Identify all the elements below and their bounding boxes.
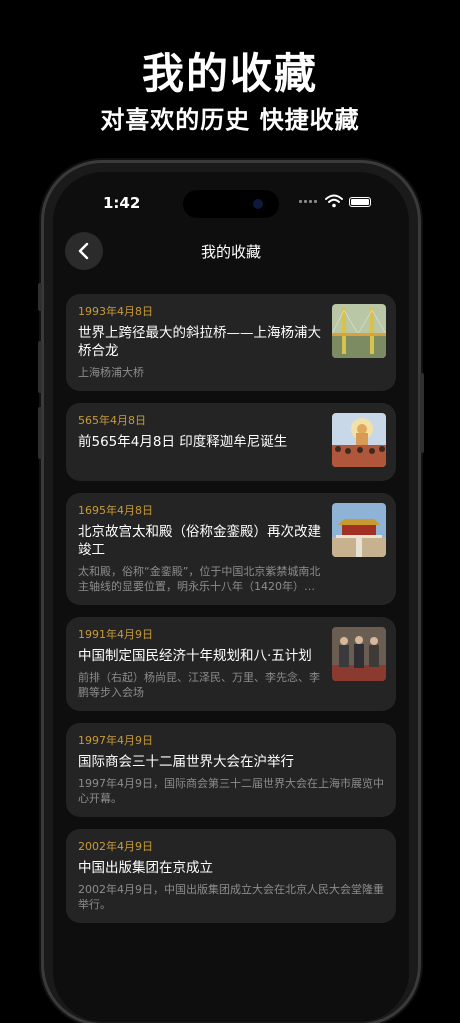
wifi-icon xyxy=(325,194,343,208)
status-time: 1:42 xyxy=(103,194,141,212)
card-desc: 2002年4月9日，中国出版集团成立大会在北京人民大会堂隆重举行。 xyxy=(78,883,384,911)
camera-icon xyxy=(253,199,263,209)
favorite-card[interactable]: 565年4月8日 前565年4月8日 印度释迦牟尼诞生 xyxy=(66,403,396,481)
card-title: 中国出版集团在京成立 xyxy=(78,860,213,876)
card-desc: 上海杨浦大桥 xyxy=(78,366,144,379)
favorite-card[interactable]: 1991年4月9日 中国制定国民经济十年规划和八·五计划 前排（右起）杨尚昆、江… xyxy=(66,617,396,711)
card-date: 565年4月8日 xyxy=(78,414,146,427)
card-date: 1997年4月9日 xyxy=(78,734,153,747)
favorite-card[interactable]: 1997年4月9日 国际商会三十二届世界大会在沪举行 1997年4月9日，国际商… xyxy=(66,723,396,817)
buddha-thumbnail xyxy=(332,413,386,467)
card-desc: 1997年4月9日，国际商会第三十二届世界大会在上海市展览中心开幕。 xyxy=(78,777,384,805)
phone-frame: 1:42 我的收藏 1993年4月8日 世界上跨径最大的斜拉桥——上海杨浦大桥合… xyxy=(38,163,424,1023)
card-title: 北京故宫太和殿（俗称金銮殿）再次改建竣工 xyxy=(78,524,321,558)
forbidden-city-thumbnail xyxy=(332,503,386,557)
nav-bar: 我的收藏 xyxy=(53,232,409,276)
app-screen: 1:42 我的收藏 1993年4月8日 世界上跨径最大的斜拉桥——上海杨浦大桥合… xyxy=(53,172,409,1022)
card-desc: 前排（右起）杨尚昆、江泽民、万里、李先念、李鹏等步入会场 xyxy=(78,671,320,699)
phone-volume-down xyxy=(38,407,42,459)
card-title: 中国制定国民经济十年规划和八·五计划 xyxy=(78,648,312,664)
favorite-card[interactable]: 2002年4月9日 中国出版集团在京成立 2002年4月9日，中国出版集团成立大… xyxy=(66,829,396,923)
card-date: 1991年4月9日 xyxy=(78,628,153,641)
battery-icon xyxy=(349,197,371,207)
bridge-thumbnail xyxy=(332,304,386,358)
favorites-list: 1993年4月8日 世界上跨径最大的斜拉桥——上海杨浦大桥合龙 上海杨浦大桥 5… xyxy=(66,294,396,935)
dynamic-island xyxy=(183,190,279,218)
signal-icon xyxy=(299,200,317,203)
card-date: 2002年4月9日 xyxy=(78,840,153,853)
card-desc: 太和殿，俗称“金銮殿”，位于中国北京紫禁城南北主轴线的显要位置，明永乐十八年（1… xyxy=(78,565,321,593)
phone-volume-up xyxy=(38,341,42,393)
card-date: 1695年4月8日 xyxy=(78,504,153,517)
status-bar: 1:42 xyxy=(53,172,409,226)
phone-side-button xyxy=(38,283,42,311)
card-title: 国际商会三十二届世界大会在沪举行 xyxy=(78,754,294,770)
page-title: 我的收藏 xyxy=(200,243,261,261)
card-date: 1993年4月8日 xyxy=(78,305,153,318)
card-title: 世界上跨径最大的斜拉桥——上海杨浦大桥合龙 xyxy=(78,325,321,359)
favorite-card[interactable]: 1993年4月8日 世界上跨径最大的斜拉桥——上海杨浦大桥合龙 上海杨浦大桥 xyxy=(66,294,396,391)
promo-subtitle: 对喜欢的历史 快捷收藏 xyxy=(100,106,360,134)
promo-title: 我的收藏 xyxy=(141,49,318,98)
favorite-card[interactable]: 1695年4月8日 北京故宫太和殿（俗称金銮殿）再次改建竣工 太和殿，俗称“金銮… xyxy=(66,493,396,605)
leaders-thumbnail xyxy=(332,627,386,681)
card-title: 前565年4月8日 印度释迦牟尼诞生 xyxy=(78,434,288,450)
phone-power-button xyxy=(420,373,424,453)
